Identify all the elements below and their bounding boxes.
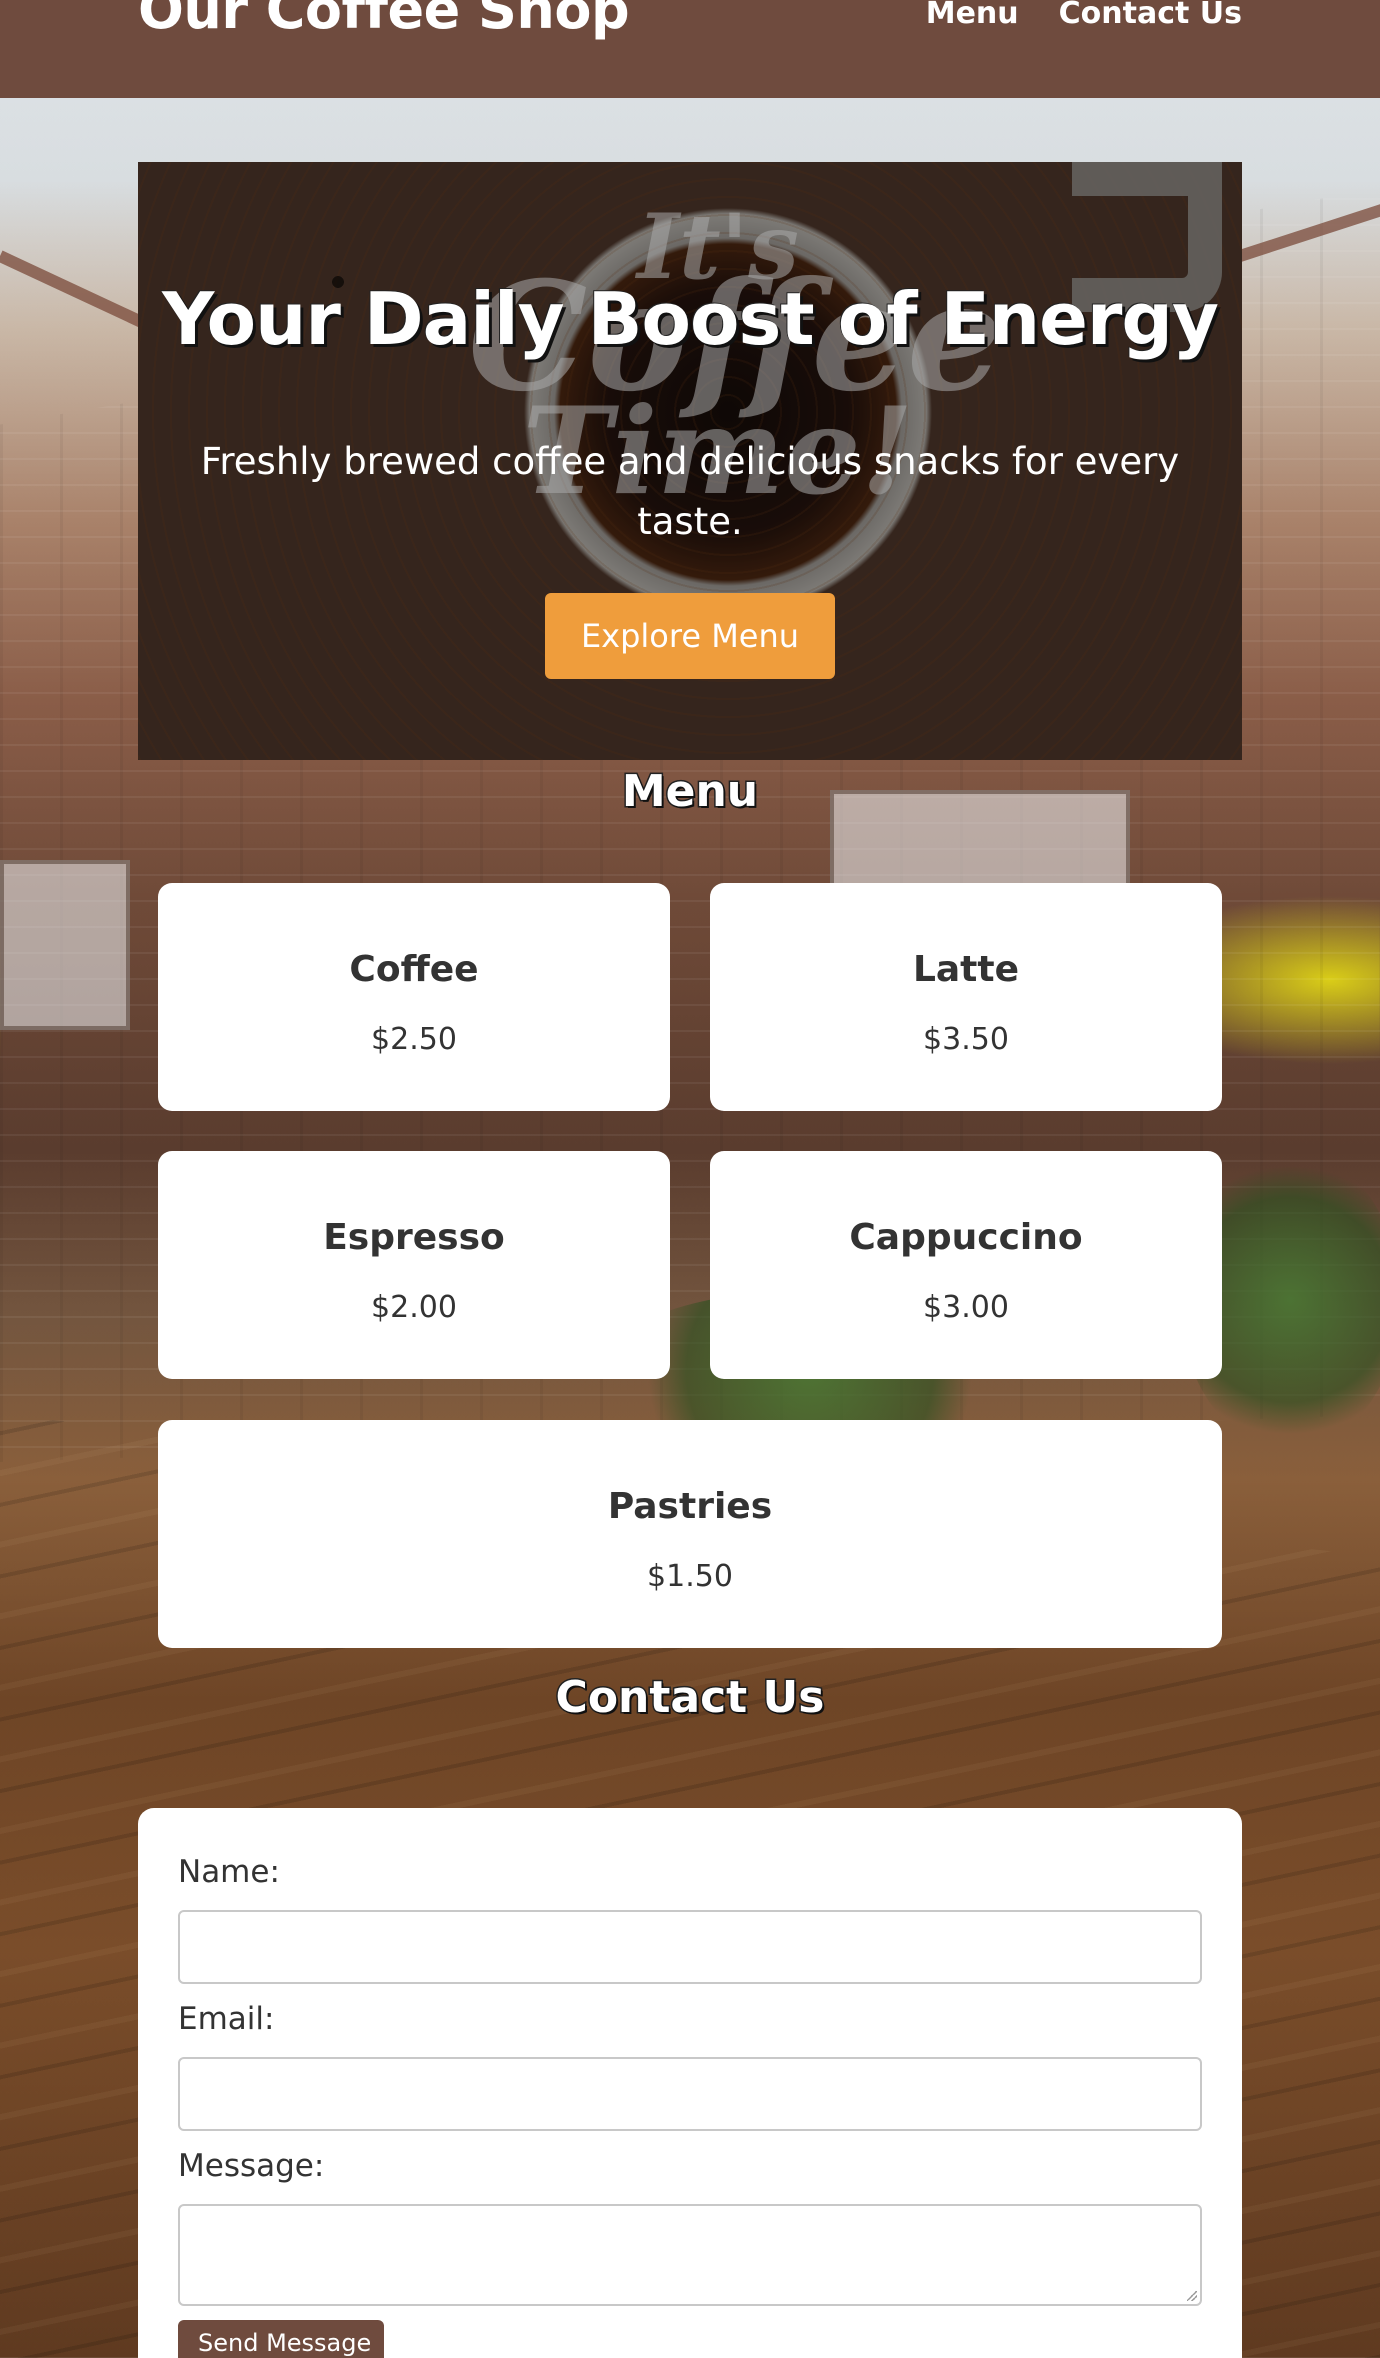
menu-item-price: $2.00 [371,1290,457,1325]
menu-item-name: Latte [912,949,1020,990]
send-message-button[interactable]: Send Message [178,2320,384,2358]
menu-item-price: $1.50 [647,1559,733,1594]
hero-banner: It's Coffee Time! Your Daily Boost of En… [138,162,1242,760]
nav-link-contact[interactable]: Contact Us [1059,0,1242,32]
email-label: Email: [178,2001,275,2037]
menu-card[interactable]: Latte $3.50 [710,883,1222,1111]
background-window [0,860,130,1030]
menu-item-name: Espresso [323,1217,505,1258]
menu-item-name: Pastries [607,1486,773,1527]
hero-subtitle: Freshly brewed coffee and delicious snac… [200,440,1180,543]
menu-card[interactable]: Pastries $1.50 [158,1420,1222,1648]
contact-form: Name: Email: Message: Send Message [138,1808,1242,2358]
background-pipe [1238,200,1380,262]
message-label: Message: [178,2148,325,2184]
explore-menu-button[interactable]: Explore Menu [545,593,835,679]
menu-item-price: $3.00 [923,1290,1009,1325]
message-textarea[interactable] [178,2204,1202,2306]
menu-card[interactable]: Cappuccino $3.00 [710,1151,1222,1379]
main-nav: Menu Contact Us [926,0,1242,32]
menu-item-name: Coffee [349,949,479,990]
name-label: Name: [178,1854,280,1890]
menu-section-title: Menu [620,765,759,819]
hero-title: Your Daily Boost of Energy [162,277,1219,361]
site-brand[interactable]: Our Coffee Shop [138,0,630,43]
menu-card[interactable]: Coffee $2.50 [158,883,670,1111]
menu-item-name: Cappuccino [849,1217,1083,1258]
menu-card[interactable]: Espresso $2.00 [158,1151,670,1379]
email-input[interactable] [178,2057,1202,2131]
hero-content: Your Daily Boost of Energy Freshly brewe… [138,162,1242,760]
nav-link-menu[interactable]: Menu [926,0,1019,32]
contact-section-title: Contact Us [554,1671,826,1725]
site-header: Our Coffee Shop Menu Contact Us [0,0,1380,98]
menu-item-price: $2.50 [371,1022,457,1057]
name-input[interactable] [178,1910,1202,1984]
menu-item-price: $3.50 [923,1022,1009,1057]
